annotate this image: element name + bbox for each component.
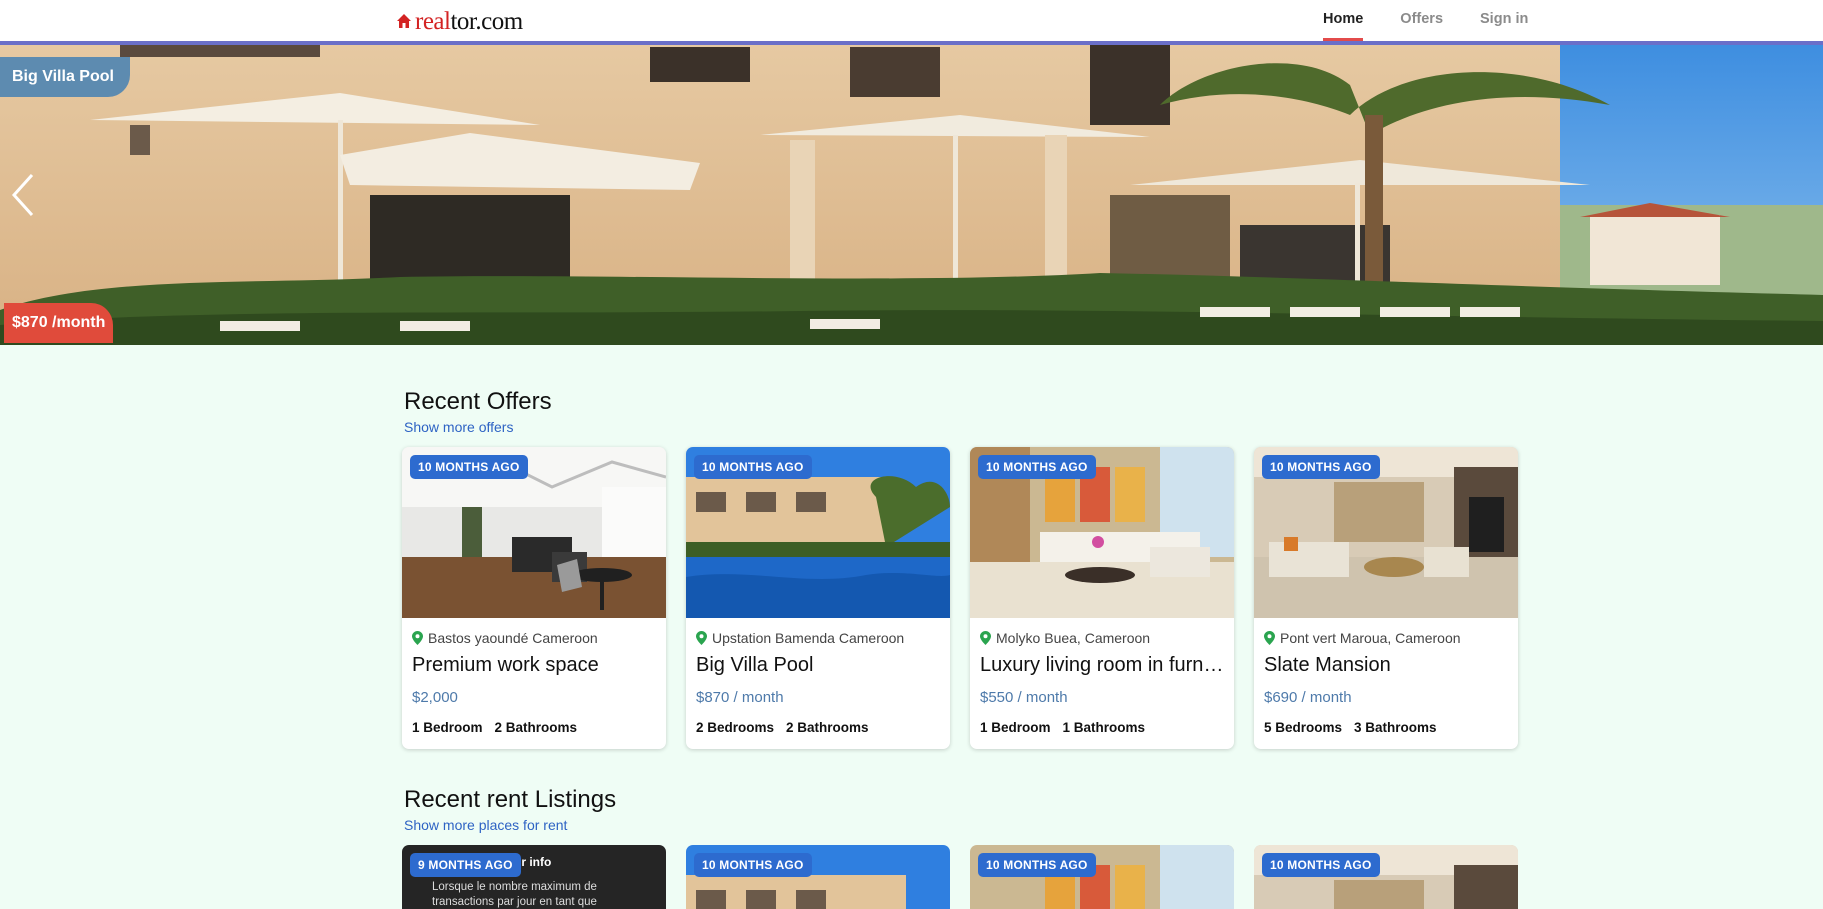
location-pin-icon bbox=[1264, 631, 1275, 645]
location-pin-icon bbox=[980, 631, 991, 645]
bedrooms: 1 Bedroom bbox=[980, 720, 1051, 735]
time-badge: 10 MONTHS AGO bbox=[1262, 853, 1380, 877]
nav-home[interactable]: Home bbox=[1323, 0, 1364, 41]
logo-text-red: real bbox=[415, 8, 451, 35]
listing-image: 10 MONTHS AGO bbox=[402, 447, 666, 618]
listing-name: Premium work space bbox=[412, 654, 599, 676]
rent-list: rrier info Lorsque le nombre maximum de … bbox=[402, 845, 1518, 909]
show-more-offers-link[interactable]: Show more offers bbox=[404, 419, 513, 435]
listing-name: Luxury living room in furnished apartmen… bbox=[980, 654, 1224, 676]
listing-location: Bastos yaoundé Cameroon bbox=[412, 630, 656, 646]
chevron-left-icon[interactable] bbox=[10, 173, 36, 217]
main-nav: Home Offers Sign in bbox=[1323, 0, 1565, 41]
location-text: Molyko Buea, Cameroon bbox=[996, 630, 1151, 646]
hero-title: Big Villa Pool bbox=[0, 57, 130, 97]
listing-name: Big Villa Pool bbox=[696, 654, 814, 676]
listing-price: $2,000 bbox=[412, 689, 458, 706]
listing-card[interactable]: 10 MONTHS AGO Bastos yaoundé Cameroon Pr… bbox=[402, 447, 666, 749]
time-badge: 10 MONTHS AGO bbox=[978, 853, 1096, 877]
time-badge: 10 MONTHS AGO bbox=[694, 853, 812, 877]
listing-location: Upstation Bamenda Cameroon bbox=[696, 630, 940, 646]
listing-location: Pont vert Maroua, Cameroon bbox=[1264, 630, 1508, 646]
hero-price: $870 /month bbox=[4, 303, 114, 343]
time-badge: 9 MONTHS AGO bbox=[410, 853, 521, 877]
nav-sign-in[interactable]: Sign in bbox=[1480, 0, 1528, 41]
hero-slider[interactable]: Big Villa Pool $870 /month bbox=[0, 45, 1823, 345]
recent-rent-title: Recent rent Listings bbox=[404, 786, 617, 813]
bathrooms: 1 Bathrooms bbox=[1062, 720, 1146, 735]
hero-image bbox=[0, 45, 1823, 345]
bedrooms: 1 Bedroom bbox=[412, 720, 483, 735]
bathrooms: 3 Bathrooms bbox=[1354, 720, 1437, 735]
logo-text-black: tor.com bbox=[450, 8, 523, 35]
location-text: Upstation Bamenda Cameroon bbox=[712, 630, 905, 646]
recent-offers-title: Recent Offers bbox=[404, 388, 552, 415]
listing-image: 10 MONTHS AGO bbox=[686, 447, 950, 618]
time-badge: 10 MONTHS AGO bbox=[1262, 455, 1380, 479]
realtor-logo[interactable]: real tor.com bbox=[396, 8, 523, 36]
listing-card[interactable]: 10 MONTHS AGO Upstation Bamenda Cameroon… bbox=[686, 447, 950, 749]
bedrooms: 5 Bedrooms bbox=[1264, 720, 1343, 735]
nav-offers[interactable]: Offers bbox=[1400, 0, 1443, 41]
location-text: Pont vert Maroua, Cameroon bbox=[1280, 630, 1461, 646]
listing-card[interactable]: 10 MONTHS AGO Molyko Buea, Cameroon Luxu… bbox=[970, 447, 1234, 749]
overlay-text: Lorsque le nombre maximum de transaction… bbox=[432, 881, 597, 908]
bedrooms: 2 Bedrooms bbox=[696, 720, 775, 735]
time-badge: 10 MONTHS AGO bbox=[694, 455, 812, 479]
listing-price: $690 / month bbox=[1264, 689, 1352, 706]
listing-card[interactable]: rrier info Lorsque le nombre maximum de … bbox=[402, 845, 666, 909]
bathrooms: 2 Bathrooms bbox=[786, 720, 869, 735]
time-badge: 10 MONTHS AGO bbox=[410, 455, 528, 479]
location-pin-icon bbox=[696, 631, 707, 645]
listing-name: Slate Mansion bbox=[1264, 654, 1391, 676]
bathrooms: 2 Bathrooms bbox=[494, 720, 578, 735]
listing-image: 10 MONTHS AGO bbox=[970, 447, 1234, 618]
location-text: Bastos yaoundé Cameroon bbox=[428, 630, 598, 646]
listing-price: $550 / month bbox=[980, 689, 1068, 706]
listing-card[interactable]: 10 MONTHS AGO Pont vert Maroua, Cameroon… bbox=[1254, 447, 1518, 749]
listing-card[interactable]: 10 MONTHS AGO bbox=[1254, 845, 1518, 909]
house-icon bbox=[396, 8, 412, 36]
top-navbar: real tor.com Home Offers Sign in bbox=[0, 0, 1823, 45]
offers-list: 10 MONTHS AGO Bastos yaoundé Cameroon Pr… bbox=[402, 447, 1518, 749]
time-badge: 10 MONTHS AGO bbox=[978, 455, 1096, 479]
listing-location: Molyko Buea, Cameroon bbox=[980, 630, 1224, 646]
show-more-rent-link[interactable]: Show more places for rent bbox=[404, 817, 567, 833]
listing-image: 10 MONTHS AGO bbox=[1254, 447, 1518, 618]
listing-card[interactable]: 10 MONTHS AGO bbox=[970, 845, 1234, 909]
location-pin-icon bbox=[412, 631, 423, 645]
listing-card[interactable]: 10 MONTHS AGO bbox=[686, 845, 950, 909]
listing-price: $870 / month bbox=[696, 689, 784, 706]
